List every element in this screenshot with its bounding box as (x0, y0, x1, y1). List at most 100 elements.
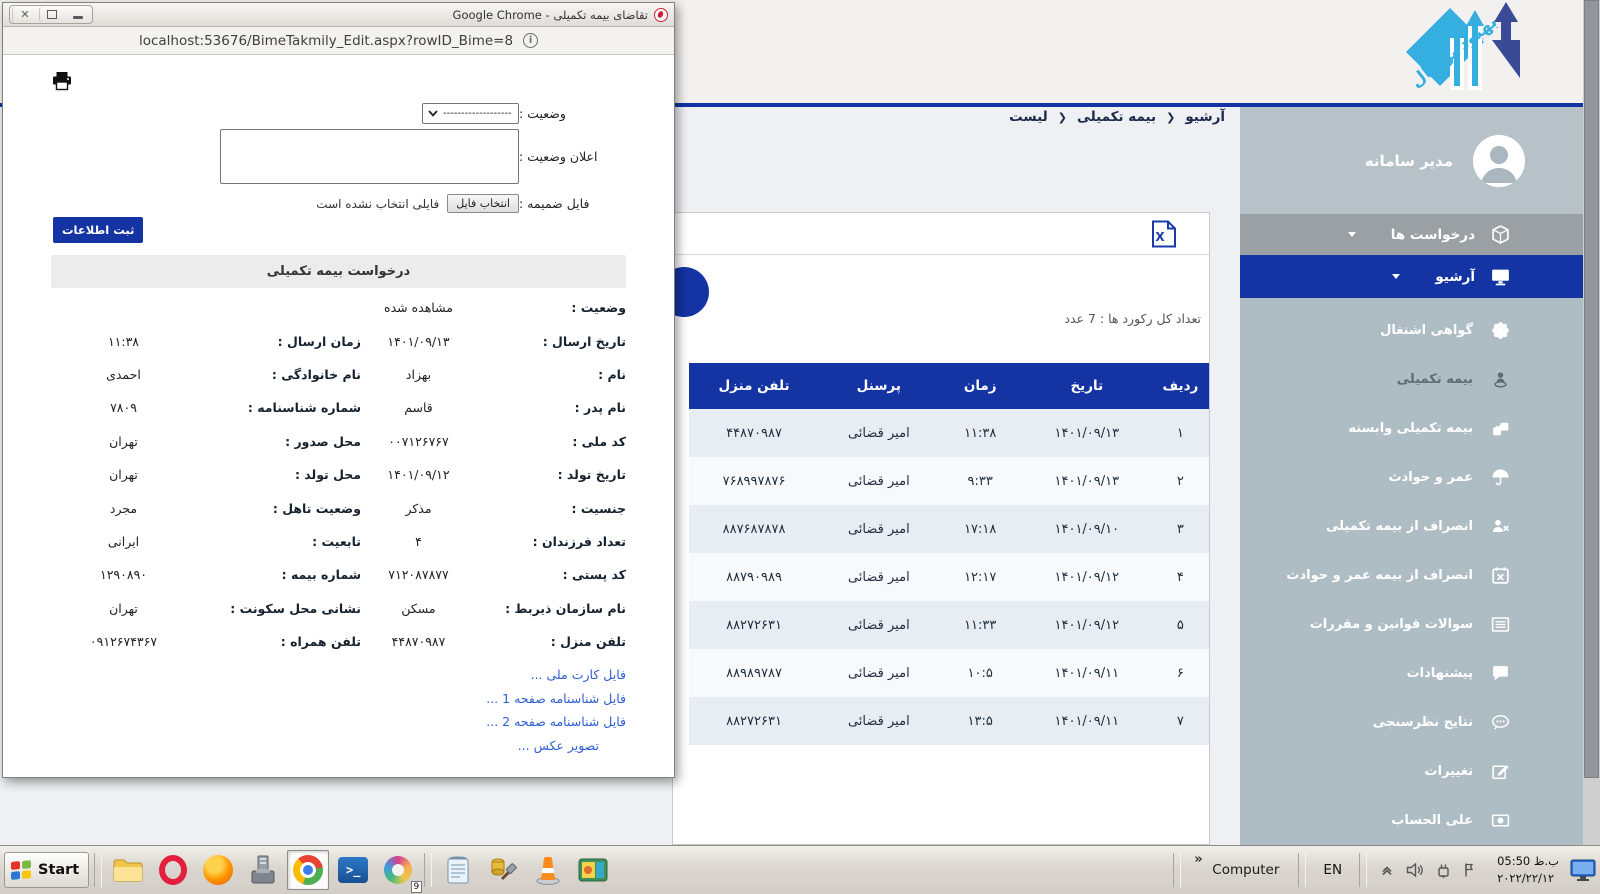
user-name: مدیر سامانه (1365, 152, 1453, 170)
breadcrumb-bime-takmili[interactable]: بیمه تکمیلی (1077, 109, 1156, 125)
language-indicator[interactable]: EN (1311, 862, 1354, 878)
records-card: X تعداد کل رکورد ها : 7 عدد ردیف تاریخ ز… (672, 212, 1210, 845)
scrollbar-thumb[interactable] (1584, 0, 1599, 778)
cell-home-phone: ۸۸۲۷۲۶۳۱ (689, 618, 819, 633)
table-row[interactable]: ۲ ۱۴۰۱/۰۹/۱۳ ۹:۳۳ امیر قضائی ۷۶۸۹۹۷۸۷۶ (689, 457, 1209, 505)
sidebar-item-bime-takmili-dependents[interactable]: بیمه تکمیلی وابسته (1240, 404, 1583, 453)
media-player-icon[interactable] (572, 850, 614, 890)
table-row[interactable]: ۷ ۱۴۰۱/۰۹/۱۱ ۱۳:۵ امیر قضائی ۸۸۲۷۲۶۳۱ (689, 697, 1209, 745)
admin-tools-icon[interactable] (482, 850, 524, 890)
firefox-icon[interactable] (197, 850, 239, 890)
cell-time: ۱۳:۵ (939, 714, 1022, 729)
detail-value: احمدی (51, 367, 196, 382)
national-card-file-link[interactable]: فایل کارت ملی ... (51, 667, 626, 691)
person-x-icon (1490, 516, 1511, 537)
notepad-icon[interactable] (437, 850, 479, 890)
sidebar-item-on-account[interactable]: علی الحساب (1240, 796, 1583, 845)
table-row[interactable]: ۴ ۱۴۰۱/۰۹/۱۲ ۱۲:۱۷ امیر قضائی ۸۸۷۹۰۹۸۹ (689, 553, 1209, 601)
print-icon[interactable] (51, 70, 73, 92)
main-scrollbar[interactable] (1583, 0, 1600, 845)
title-wrap: تقاضای بیمه تکمیلی - Google Chrome (97, 8, 668, 22)
sidebar-item-employment-certificate[interactable]: گواهی اشتغال (1240, 306, 1583, 355)
powershell-icon[interactable]: >_ (332, 850, 374, 890)
table-row[interactable]: ۳ ۱۴۰۱/۰۹/۱۰ ۱۷:۱۸ امیر قضائی ۸۸۷۶۸۷۸۷۸ (689, 505, 1209, 553)
taskbar-clock[interactable]: ب.ظ 05:50 ۲۰۲۲/۲۲/۱۲ (1489, 853, 1567, 886)
detail-label: تاریخ تولد : (476, 467, 626, 482)
attachment-links: فایل کارت ملی ... فایل شناسنامه صفحه 1 .… (51, 667, 626, 761)
sidebar-item-suggestions[interactable]: پیشنهادات (1240, 649, 1583, 698)
computer-toolbar[interactable]: » Computer (1186, 850, 1293, 890)
sidebar-item-cancel-bime-takmili[interactable]: انصراف از بیمه تکمیلی (1240, 502, 1583, 551)
popup-titlebar[interactable]: ✕ تقاضای بیمه تکمیلی - Google Chrome (3, 3, 674, 27)
birth-certificate-page2-link[interactable]: فایل شناسنامه صفحه 2 ... (51, 714, 626, 738)
minimize-button[interactable] (66, 7, 90, 22)
detail-value: بهزاد (361, 367, 476, 382)
cell-time: ۱۷:۱۸ (939, 522, 1022, 537)
page-info-icon[interactable]: i (523, 33, 538, 48)
cell-row-number: ۵ (1152, 618, 1209, 633)
popup-url-bar[interactable]: localhost:53676/BimeTakmily_Edit.aspx?ro… (3, 27, 674, 55)
detail-value: مشاهده شده (361, 300, 476, 315)
sidebar-item-survey-results[interactable]: نتایج نظرسنجی (1240, 698, 1583, 747)
chevron-left-icon: ❮ (1166, 111, 1175, 124)
status-row: وضعیت : ------------------- (3, 103, 674, 124)
chrome-icon[interactable] (287, 850, 329, 890)
action-center-flag-icon[interactable] (1462, 861, 1480, 879)
col-header-row-number: ردیف (1152, 378, 1209, 394)
sidebar-item-requests[interactable]: درخواست ها (1240, 214, 1583, 255)
sidebar-item-bime-takmili[interactable]: بیمه تکمیلی (1240, 355, 1583, 404)
puzzle-icon (1490, 418, 1511, 439)
sidebar-item-cancel-life-accidents[interactable]: انصراف از بیمه عمر و حوادث (1240, 551, 1583, 600)
file-explorer-icon[interactable] (107, 850, 149, 890)
show-desktop-icon[interactable] (1570, 858, 1596, 882)
maximize-button[interactable] (39, 7, 64, 22)
birth-certificate-page1-link[interactable]: فایل شناسنامه صفحه 1 ... (51, 691, 626, 715)
submit-button[interactable]: ثبت اطلاعات (53, 217, 143, 243)
cell-personnel: امیر قضائی (819, 474, 939, 489)
status-select[interactable]: ------------------- (422, 103, 519, 124)
table-row[interactable]: ۵ ۱۴۰۱/۰۹/۱۲ ۱۱:۳۳ امیر قضائی ۸۸۲۷۲۶۳۱ (689, 601, 1209, 649)
cell-time: ۹:۳۳ (939, 474, 1022, 489)
table-row[interactable]: ۶ ۱۴۰۱/۰۹/۱۱ ۱۰:۵ امیر قضائی ۸۸۹۸۹۷۸۷ (689, 649, 1209, 697)
opera-icon[interactable] (152, 850, 194, 890)
power-plug-icon[interactable] (1434, 861, 1452, 879)
choose-file-button[interactable]: انتخاب فایل (447, 194, 519, 213)
announce-textarea[interactable] (220, 129, 519, 184)
toolbar-overflow-chevron[interactable]: » (1194, 852, 1202, 867)
system-tools-icon[interactable] (242, 850, 284, 890)
close-button[interactable]: ✕ (12, 7, 37, 22)
start-button[interactable]: Start (4, 852, 89, 888)
table-row[interactable]: ۱ ۱۴۰۱/۰۹/۱۳ ۱۱:۳۸ امیر قضائی ۴۴۸۷۰۹۸۷ (689, 409, 1209, 457)
clock-date: ۲۰۲۲/۲۲/۱۲ (1497, 870, 1554, 887)
visual-studio-icon[interactable]: 9 (377, 850, 419, 890)
sidebar-item-changes[interactable]: تغییرات (1240, 747, 1583, 796)
cell-date: ۱۴۰۱/۰۹/۱۱ (1022, 714, 1152, 729)
excel-export-icon[interactable]: X (1151, 220, 1177, 248)
sidebar-item-label: انصراف از بیمه تکمیلی (1326, 519, 1473, 534)
cell-date: ۱۴۰۱/۰۹/۱۲ (1022, 570, 1152, 585)
detail-label: نام سازمان ذیربط : (476, 601, 626, 616)
breadcrumb-list[interactable]: لیست (1009, 109, 1048, 125)
detail-label: تلفن همراه : (196, 634, 361, 649)
col-header-time: زمان (939, 378, 1022, 394)
taskbar-separator (424, 853, 432, 887)
detail-label: نام پدر : (476, 400, 626, 415)
popup-body: وضعیت : ------------------- اعلان وضعیت … (3, 55, 674, 779)
detail-value: تهران (51, 467, 196, 482)
maximize-icon (47, 10, 57, 19)
sidebar-item-life-accidents[interactable]: عمر و حوادث (1240, 453, 1583, 502)
detail-value: ۱۴۰۱/۰۹/۱۲ (361, 467, 476, 482)
cell-row-number: ۶ (1152, 666, 1209, 681)
sidebar-item-archive[interactable]: آرشیو (1240, 255, 1583, 298)
volume-icon[interactable] (1406, 861, 1424, 879)
sidebar-item-rules-questions[interactable]: سوالات قوانین و مقررات (1240, 600, 1583, 649)
tray-expand-icon[interactable] (1378, 861, 1396, 879)
detail-value: ۰۹۱۲۶۷۴۳۶۷ (51, 634, 196, 649)
vlc-icon[interactable] (527, 850, 569, 890)
photo-link[interactable]: تصویر عکس ... (51, 738, 626, 762)
chat-bubble-icon (1490, 663, 1511, 684)
detail-value: مسکن (361, 601, 476, 616)
breadcrumb-archive[interactable]: آرشیو (1185, 109, 1225, 125)
table-header-row: ردیف تاریخ زمان پرسنل تلفن منزل (689, 363, 1209, 409)
edit-popup-window: ✕ تقاضای بیمه تکمیلی - Google Chrome loc… (2, 2, 675, 778)
